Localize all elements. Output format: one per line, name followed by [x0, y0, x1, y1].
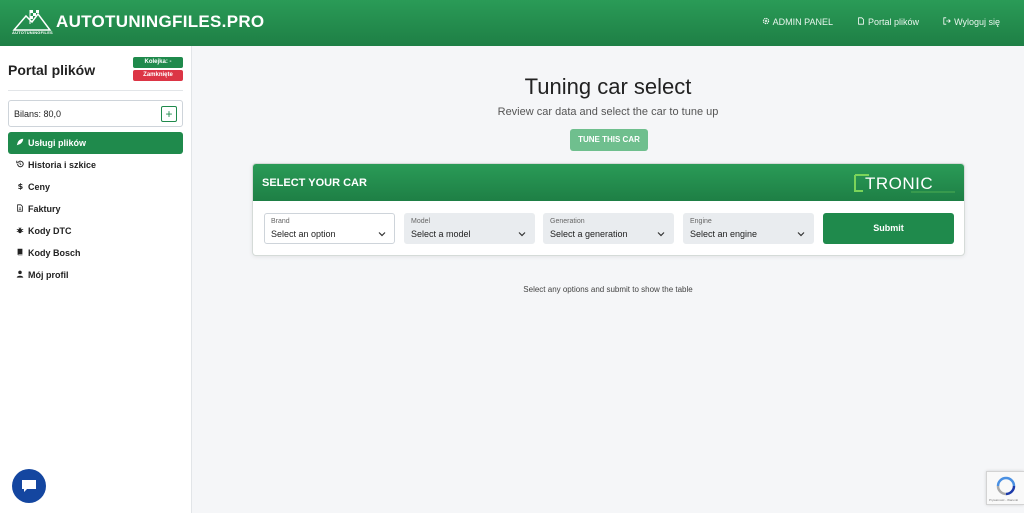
engine-select-label: Engine	[690, 218, 712, 225]
sidebar-item-history[interactable]: Historia i szkice	[8, 154, 183, 176]
nav-logout-label: Wyloguj się	[954, 17, 1000, 27]
nav-file-portal[interactable]: Portal plików	[857, 17, 919, 27]
recaptcha-text: Prywatność - Warunki	[989, 498, 1019, 502]
status-badge: Zamknięte	[133, 70, 183, 81]
add-balance-button[interactable]: +	[161, 106, 177, 122]
engine-select[interactable]: Engine Select an engine	[683, 213, 814, 244]
sidebar-menu: Usługi plików Historia i szkice $ Ceny F…	[8, 132, 183, 286]
book-icon	[16, 248, 24, 258]
brand-select[interactable]: Brand Select an option	[264, 213, 395, 244]
sidebar-item-label: Kody DTC	[28, 226, 72, 236]
sidebar-item-prices[interactable]: $ Ceny	[8, 176, 183, 198]
sidebar: Portal plików Kolejka: - Zamknięte Bilan…	[0, 46, 192, 513]
page-subtitle: Review car data and select the car to tu…	[497, 106, 719, 118]
sidebar-item-label: Usługi plików	[28, 138, 87, 148]
recaptcha-badge[interactable]: Prywatność - Warunki	[986, 471, 1024, 505]
sidebar-item-dtc-codes[interactable]: Kody DTC	[8, 220, 183, 242]
top-nav: ADMIN PANEL Portal plików Wyloguj się	[762, 17, 1000, 27]
logo-subtext: AUTOTUNINGFILES	[12, 30, 53, 35]
nav-admin-panel[interactable]: ADMIN PANEL	[762, 17, 833, 27]
logout-icon	[943, 17, 951, 27]
site-title[interactable]: AUTOTUNINGFILES.PRO	[56, 12, 264, 32]
engine-select-value: Select an engine	[690, 229, 758, 239]
rocket-icon	[16, 138, 24, 148]
sidebar-item-label: Mój profil	[28, 270, 69, 280]
model-select-label: Model	[411, 218, 431, 225]
brand-select-label: Brand	[271, 218, 290, 225]
card-header: SELECT YOUR CAR TRONIC	[253, 164, 964, 201]
submit-button[interactable]: Submit	[823, 213, 954, 244]
empty-table-hint: Select any options and submit to show th…	[523, 285, 693, 294]
nav-logout[interactable]: Wyloguj się	[943, 17, 1000, 27]
invoice-icon	[16, 204, 24, 214]
nav-admin-panel-label: ADMIN PANEL	[772, 17, 834, 27]
sidebar-item-bosch-codes[interactable]: Kody Bosch	[8, 242, 183, 264]
top-navbar: AUTOTUNINGFILES AUTOTUNINGFILES.PRO ADMI…	[0, 0, 1024, 46]
balance-label: Bilans: 80,0	[14, 109, 62, 119]
sidebar-item-label: Historia i szkice	[28, 160, 97, 170]
chevron-down-icon	[378, 225, 386, 237]
balance-box: Bilans: 80,0 +	[8, 100, 183, 127]
model-select-value: Select a model	[411, 229, 471, 239]
document-icon	[857, 17, 865, 27]
model-select[interactable]: Model Select a model	[404, 213, 535, 244]
sidebar-divider	[8, 90, 183, 91]
history-icon	[16, 160, 24, 170]
queue-badge: Kolejka: -	[133, 57, 183, 68]
tronic-logo-text: TRONIC	[865, 174, 933, 193]
generation-select[interactable]: Generation Select a generation	[543, 213, 674, 244]
svg-text:$: $	[18, 182, 24, 190]
sidebar-item-file-services[interactable]: Usługi plików	[8, 132, 183, 154]
sidebar-item-invoices[interactable]: Faktury	[8, 198, 183, 220]
user-icon	[16, 270, 24, 280]
tronic-logo: TRONIC	[851, 171, 957, 195]
gear-icon	[762, 17, 770, 27]
sidebar-item-my-profile[interactable]: Mój profil	[8, 264, 183, 286]
generation-select-value: Select a generation	[550, 229, 628, 239]
chevron-down-icon	[657, 225, 665, 237]
chevron-down-icon	[797, 225, 805, 237]
select-car-card: SELECT YOUR CAR TRONIC Brand Select an o…	[252, 163, 965, 256]
card-title: SELECT YOUR CAR	[262, 177, 367, 189]
generation-select-label: Generation	[550, 218, 585, 225]
page-title: Tuning car select	[524, 74, 692, 99]
sidebar-item-label: Ceny	[28, 182, 51, 192]
sidebar-item-label: Faktury	[28, 204, 61, 214]
sidebar-title: Portal plików	[8, 62, 96, 78]
nav-file-portal-label: Portal plików	[868, 17, 920, 27]
chat-widget-button[interactable]	[12, 469, 46, 503]
dollar-icon: $	[16, 182, 24, 192]
brand-select-value: Select an option	[271, 229, 336, 239]
sidebar-item-label: Kody Bosch	[28, 248, 81, 258]
bug-icon	[16, 226, 24, 236]
tune-this-car-button[interactable]: TUNE THIS CAR	[570, 129, 648, 151]
chevron-down-icon	[518, 225, 526, 237]
